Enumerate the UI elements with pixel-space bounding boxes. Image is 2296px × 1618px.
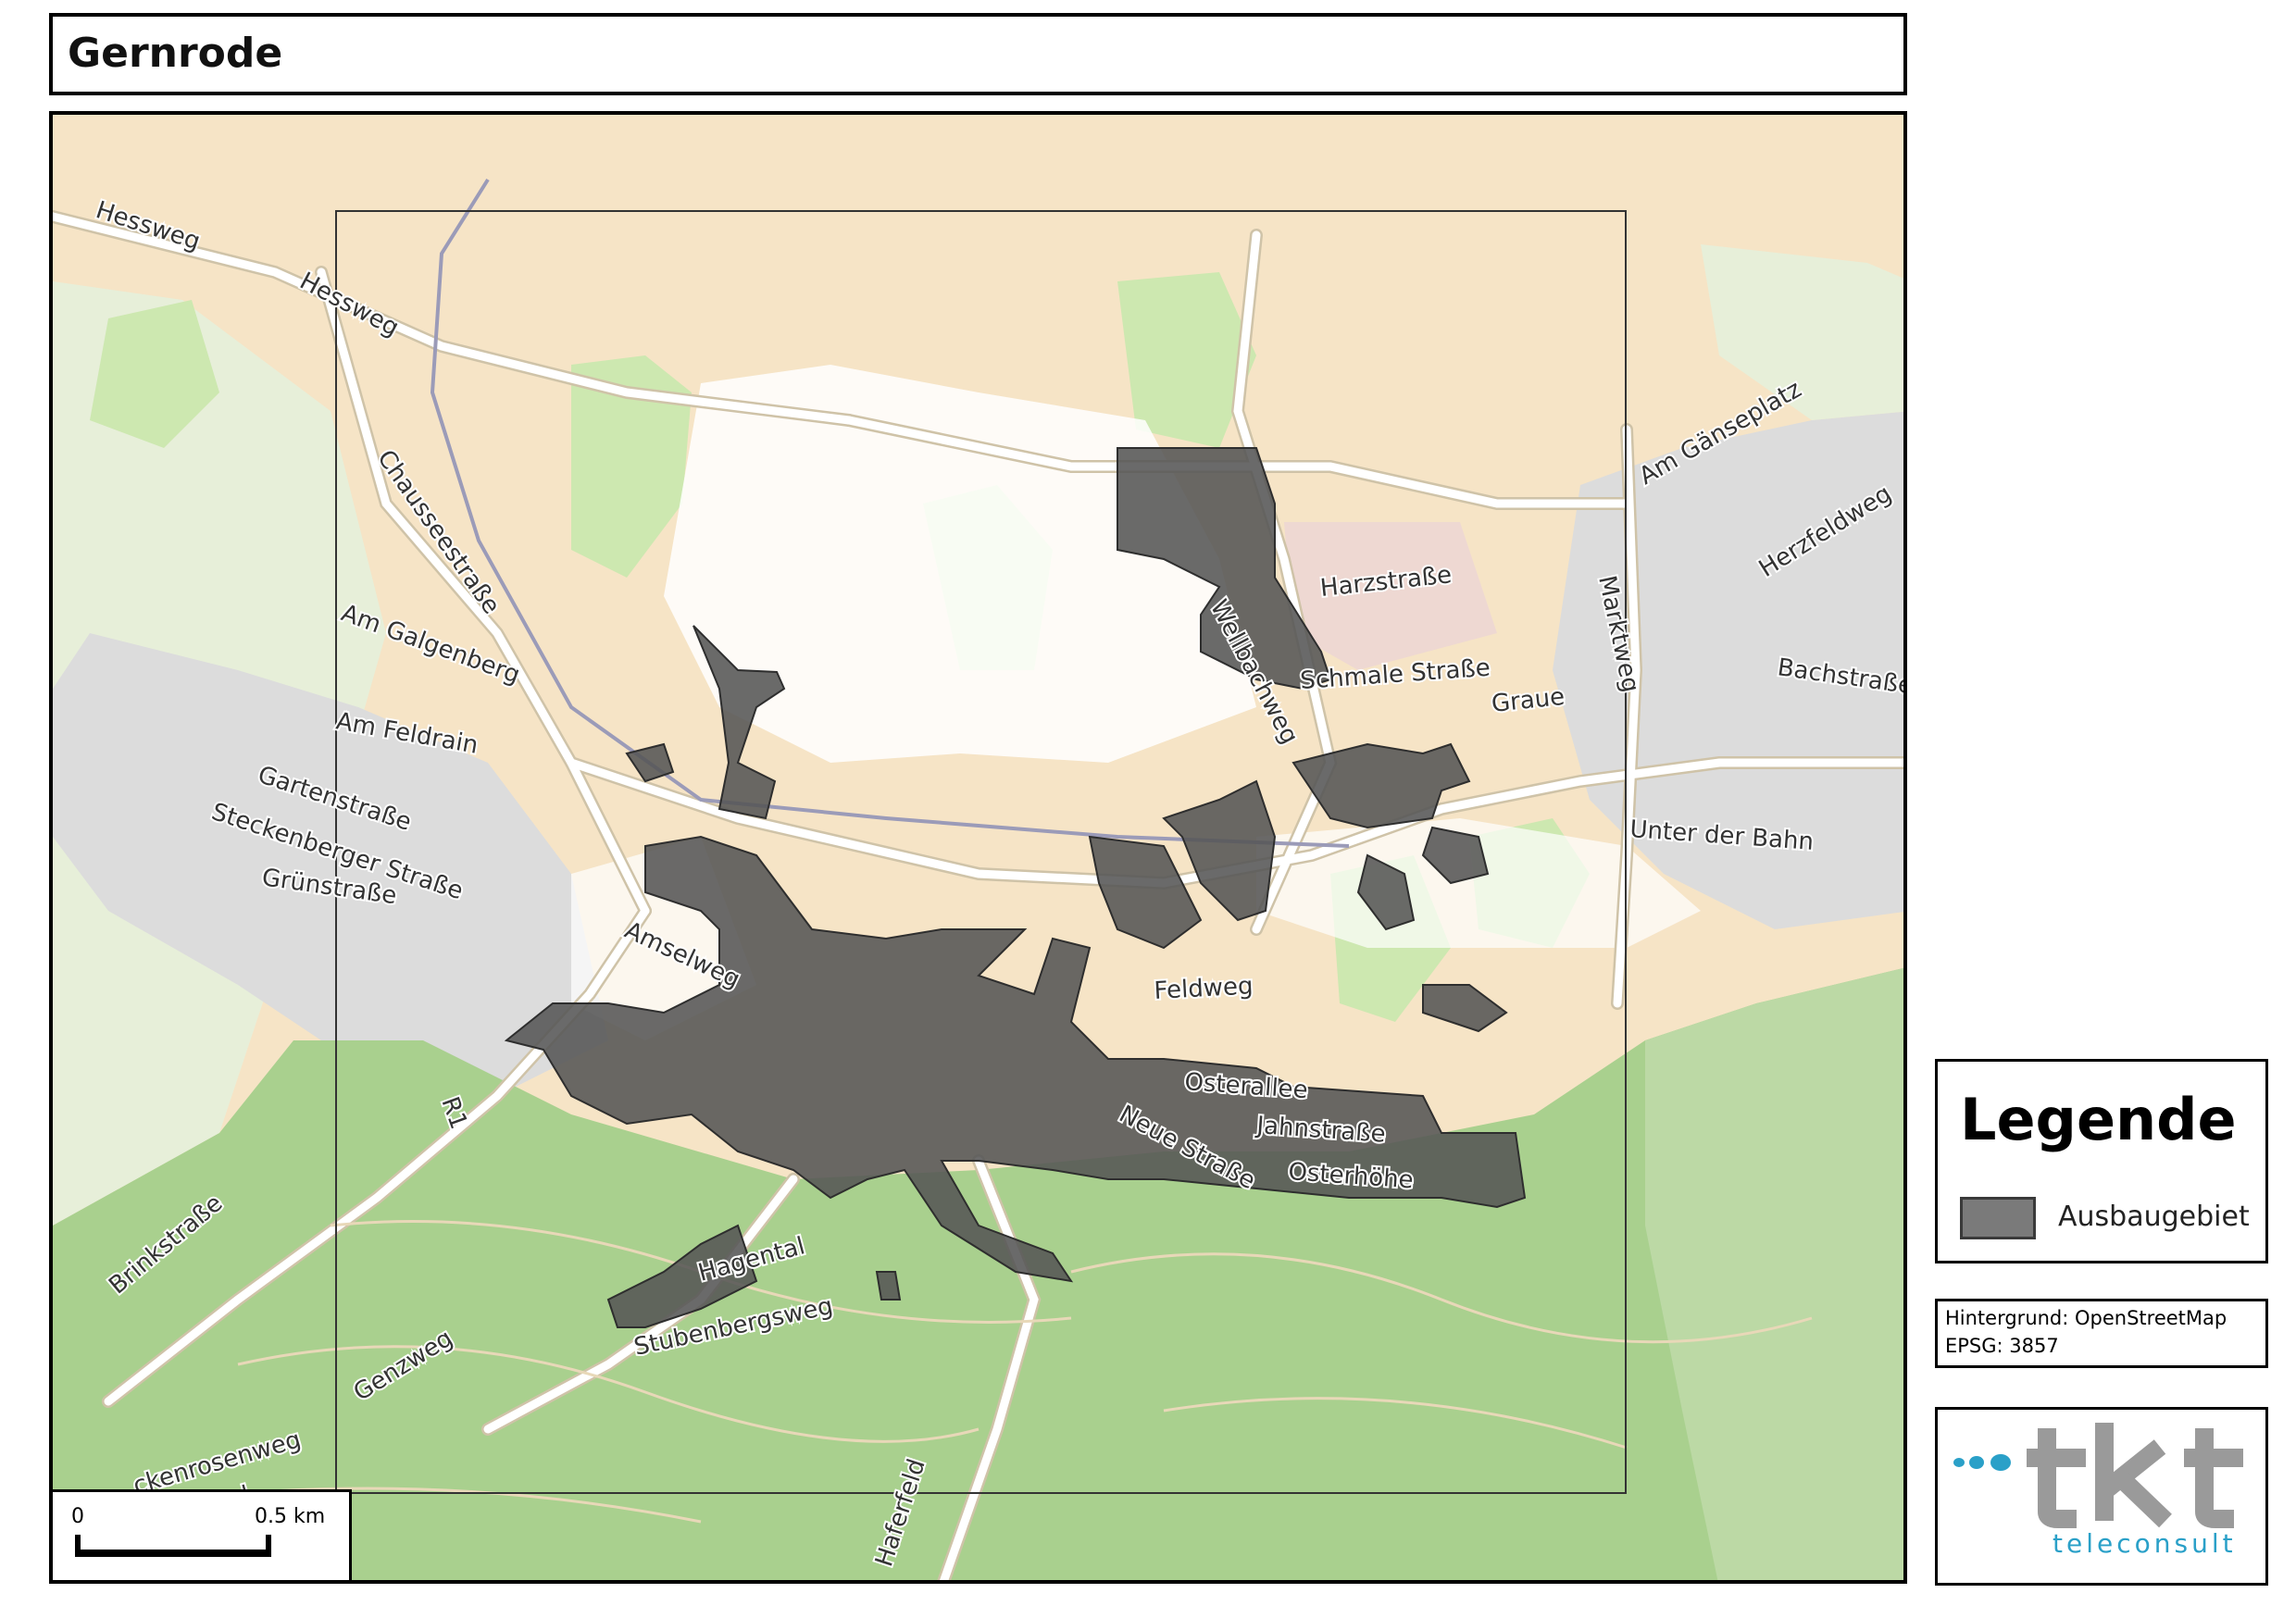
logo-dot-1 [1953, 1458, 1965, 1467]
background-source: Hintergrund: OpenStreetMap [1945, 1307, 2227, 1329]
legend-panel: Legende Ausbaugebiet [1935, 1059, 2268, 1263]
projection-info: EPSG: 3857 [1945, 1335, 2059, 1357]
logo-subtitle: teleconsult [2053, 1528, 2237, 1559]
title-box: Gernrode [49, 13, 1907, 95]
scale-bar-line [75, 1550, 271, 1557]
map-frame[interactable]: Hessweg Hessweg Chausseestraße Am Galgen… [49, 111, 1907, 1584]
street-label: Feldweg [1154, 972, 1254, 1005]
logo-panel: teleconsult [1935, 1407, 2268, 1586]
logo-dot-2 [1969, 1456, 1984, 1469]
logo-dot-3 [1990, 1454, 2011, 1471]
legend-swatch-ausbaugebiet [1960, 1197, 2036, 1239]
legend-item-label: Ausbaugebiet [2058, 1201, 2250, 1233]
logo-letters [2027, 1423, 2243, 1528]
ausbaugebiet-hagental-small [875, 1271, 902, 1301]
scale-zero-label: 0 [71, 1505, 84, 1528]
map-title: Gernrode [68, 30, 283, 77]
legend-title: Legende [1960, 1086, 2237, 1153]
scale-bar: 0 0.5 km [53, 1489, 352, 1580]
map-canvas[interactable]: Hessweg Hessweg Chausseestraße Am Galgen… [53, 115, 1907, 1584]
scale-tick-right [266, 1535, 271, 1557]
info-panel: Hintergrund: OpenStreetMap EPSG: 3857 [1935, 1299, 2268, 1368]
scale-distance-label: 0.5 km [255, 1505, 326, 1528]
